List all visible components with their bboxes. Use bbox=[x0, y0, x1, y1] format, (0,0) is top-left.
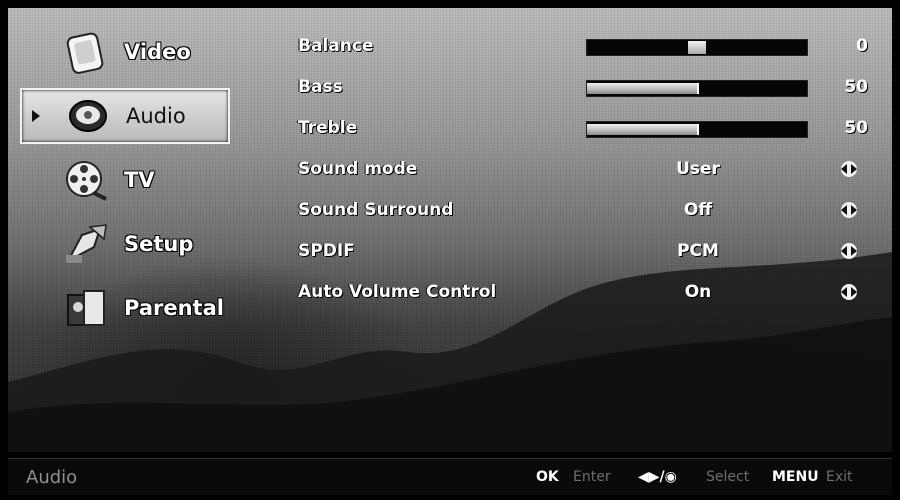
nav-action-label: Select bbox=[706, 469, 750, 485]
setting-row-balance[interactable]: Balance 0 bbox=[298, 28, 888, 69]
setting-label: Bass bbox=[298, 77, 343, 97]
balance-slider[interactable] bbox=[586, 39, 808, 56]
setting-label: Sound Surround bbox=[298, 200, 454, 220]
selection-arrow-icon bbox=[32, 110, 40, 122]
sidebar-item-setup[interactable]: Setup bbox=[20, 212, 230, 276]
sidebar-item-label: TV bbox=[124, 168, 155, 192]
setting-label: Sound mode bbox=[298, 159, 418, 179]
setting-label: Auto Volume Control bbox=[298, 282, 497, 302]
footer-title: Audio bbox=[26, 467, 78, 488]
tv-reel-icon bbox=[66, 161, 107, 201]
ok-action-label: Enter bbox=[573, 469, 611, 485]
balance-value: 0 bbox=[856, 36, 868, 56]
treble-slider[interactable] bbox=[586, 121, 808, 138]
sidebar-item-audio[interactable]: Audio bbox=[20, 88, 230, 144]
tv-osd-screen: Video Audio TV Setup Parental Balance 0 … bbox=[8, 8, 892, 452]
left-right-arrows-icon[interactable] bbox=[838, 160, 860, 178]
spdif-value: PCM bbox=[677, 241, 719, 261]
setting-row-spdif[interactable]: SPDIF PCM bbox=[298, 233, 888, 274]
setting-row-auto-volume[interactable]: Auto Volume Control On bbox=[298, 274, 888, 315]
bass-value: 50 bbox=[844, 77, 868, 97]
audio-icon bbox=[69, 100, 107, 132]
auto-volume-value: On bbox=[684, 282, 712, 302]
left-right-arrows-icon[interactable] bbox=[838, 201, 860, 219]
setting-row-treble[interactable]: Treble 50 bbox=[298, 110, 888, 151]
treble-slider-fill bbox=[587, 124, 699, 135]
sidebar-item-tv[interactable]: TV bbox=[20, 148, 230, 212]
bass-slider[interactable] bbox=[586, 80, 808, 97]
setting-label: Treble bbox=[298, 118, 358, 138]
sidebar-item-parental[interactable]: Parental bbox=[20, 276, 230, 340]
footer-bar: Audio OK Enter ◀▶/◉ Select MENU Exit bbox=[8, 458, 892, 495]
left-right-arrows-icon[interactable] bbox=[838, 283, 860, 301]
setting-label: Balance bbox=[298, 36, 374, 56]
balance-slider-thumb[interactable] bbox=[688, 41, 706, 54]
audio-settings-list: Balance 0 Bass 50 Treble 50 Sound mode U… bbox=[298, 28, 888, 315]
nav-key-label: ◀▶/◉ bbox=[638, 469, 677, 485]
ok-key-label: OK bbox=[536, 469, 559, 485]
bass-slider-fill bbox=[587, 83, 699, 94]
menu-key-label: MENU bbox=[772, 469, 819, 485]
sidebar-item-video[interactable]: Video bbox=[20, 20, 230, 84]
sidebar-item-label: Audio bbox=[126, 104, 186, 128]
sidebar-item-label: Parental bbox=[124, 296, 224, 320]
sidebar-item-label: Video bbox=[124, 40, 191, 64]
category-sidebar: Video Audio TV Setup Parental bbox=[20, 20, 230, 340]
left-right-arrows-icon[interactable] bbox=[838, 242, 860, 260]
setup-icon bbox=[65, 224, 107, 264]
setting-row-sound-mode[interactable]: Sound mode User bbox=[298, 151, 888, 192]
setting-row-sound-surround[interactable]: Sound Surround Off bbox=[298, 192, 888, 233]
sidebar-item-label: Setup bbox=[124, 232, 194, 256]
setting-label: SPDIF bbox=[298, 241, 355, 261]
menu-action-label: Exit bbox=[826, 469, 853, 485]
treble-value: 50 bbox=[844, 118, 868, 138]
video-icon bbox=[66, 32, 104, 74]
setting-row-bass[interactable]: Bass 50 bbox=[298, 69, 888, 110]
sound-mode-value: User bbox=[676, 159, 720, 179]
parental-icon bbox=[67, 290, 105, 326]
sound-surround-value: Off bbox=[683, 200, 713, 220]
